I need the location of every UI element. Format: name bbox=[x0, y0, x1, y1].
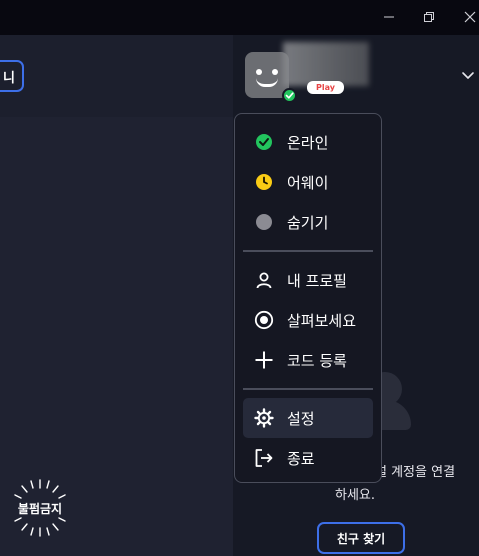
radio-target-icon bbox=[253, 309, 275, 331]
menu-item-label: 온라인 bbox=[287, 133, 329, 152]
menu-item-label: 살펴보세요 bbox=[287, 311, 357, 330]
do-not-copy-badge: 불펌금지 bbox=[10, 478, 70, 538]
profile-dropdown-menu: 온라인 어웨이 숨기기 내 프로필 살펴보세요 코드 등록 설정 종료 bbox=[234, 113, 382, 483]
menu-item-settings[interactable]: 설정 bbox=[243, 398, 373, 438]
menu-divider bbox=[243, 388, 373, 390]
menu-item-label: 어웨이 bbox=[287, 173, 329, 192]
gear-icon bbox=[253, 407, 275, 429]
menu-item-online[interactable]: 온라인 bbox=[243, 122, 373, 162]
do-not-copy-label: 불펌금지 bbox=[17, 502, 63, 516]
logout-icon bbox=[253, 447, 275, 469]
menu-item-label: 코드 등록 bbox=[287, 351, 347, 370]
link-account-line-2: 하세요. bbox=[335, 488, 376, 503]
avatar-smile bbox=[256, 78, 278, 87]
plus-icon bbox=[253, 349, 275, 371]
online-status-badge bbox=[282, 88, 297, 103]
menu-item-explore[interactable]: 살펴보세요 bbox=[243, 300, 373, 340]
online-status-icon bbox=[253, 131, 275, 153]
menu-item-my-profile[interactable]: 내 프로필 bbox=[243, 260, 373, 300]
menu-item-register-code[interactable]: 코드 등록 bbox=[243, 340, 373, 380]
chevron-down-icon[interactable] bbox=[460, 68, 476, 82]
avatar-eye-left bbox=[256, 69, 262, 75]
away-clock-icon bbox=[253, 171, 275, 193]
minimize-icon[interactable] bbox=[379, 8, 399, 26]
menu-item-away[interactable]: 어웨이 bbox=[243, 162, 373, 202]
restore-icon[interactable] bbox=[419, 8, 439, 26]
left-header bbox=[0, 35, 233, 117]
title-bar bbox=[0, 0, 479, 35]
menu-item-label: 설정 bbox=[287, 409, 315, 428]
find-friends-button[interactable]: 친구 찾기 bbox=[317, 522, 405, 554]
menu-item-hidden[interactable]: 숨기기 bbox=[243, 202, 373, 242]
left-header-button[interactable]: 니 bbox=[0, 60, 24, 92]
close-icon[interactable] bbox=[460, 8, 479, 26]
menu-item-label: 숨기기 bbox=[287, 213, 329, 232]
play-tag: Play bbox=[307, 81, 344, 94]
menu-item-exit[interactable]: 종료 bbox=[243, 438, 373, 478]
avatar-eye-right bbox=[272, 69, 278, 75]
check-icon bbox=[285, 92, 294, 99]
menu-divider bbox=[243, 250, 373, 252]
menu-item-label: 내 프로필 bbox=[287, 271, 347, 290]
hidden-status-icon bbox=[253, 211, 275, 233]
blurred-username bbox=[283, 42, 369, 86]
menu-item-label: 종료 bbox=[287, 449, 315, 468]
person-icon bbox=[253, 269, 275, 291]
